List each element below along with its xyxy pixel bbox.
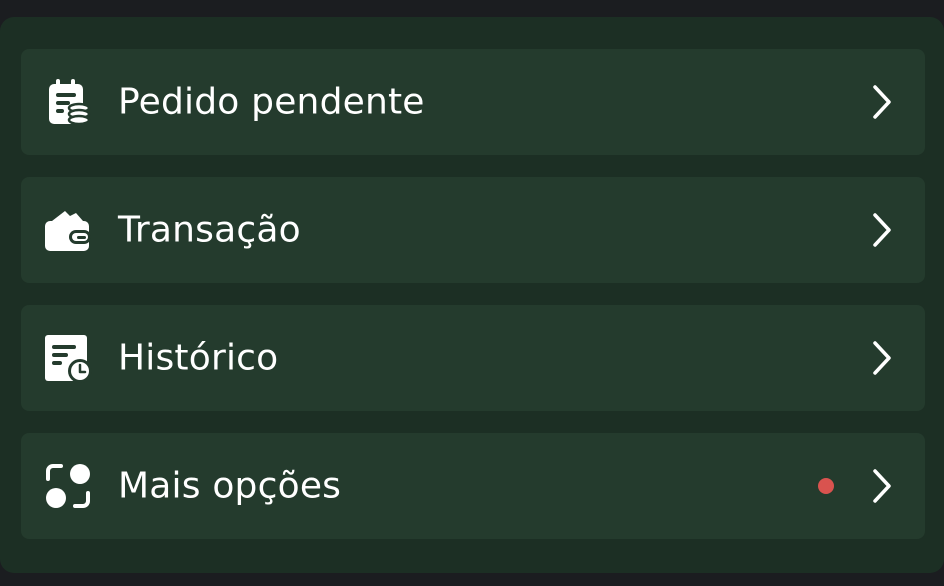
pending-order-icon xyxy=(43,77,93,127)
menu-item-label: Transação xyxy=(118,209,301,251)
menu-item-label: Mais opções xyxy=(118,465,342,507)
menu-panel: Pedido pendente Transação Histórico Mais… xyxy=(0,17,944,573)
history-icon xyxy=(43,333,93,383)
menu-item-mais-opcoes[interactable]: Mais opções xyxy=(21,433,925,539)
chevron-right-icon xyxy=(867,82,897,122)
menu-item-historico[interactable]: Histórico xyxy=(21,305,925,411)
more-options-icon xyxy=(43,461,93,511)
wallet-icon xyxy=(43,205,93,255)
chevron-right-icon xyxy=(867,210,897,250)
menu-list: Pedido pendente Transação Histórico Mais… xyxy=(21,49,925,561)
chevron-right-icon xyxy=(867,338,897,378)
menu-item-label: Pedido pendente xyxy=(118,81,425,123)
chevron-right-icon xyxy=(867,466,897,506)
notification-dot xyxy=(818,478,834,494)
menu-item-pedido-pendente[interactable]: Pedido pendente xyxy=(21,49,925,155)
menu-item-label: Histórico xyxy=(118,337,279,379)
menu-item-transacao[interactable]: Transação xyxy=(21,177,925,283)
